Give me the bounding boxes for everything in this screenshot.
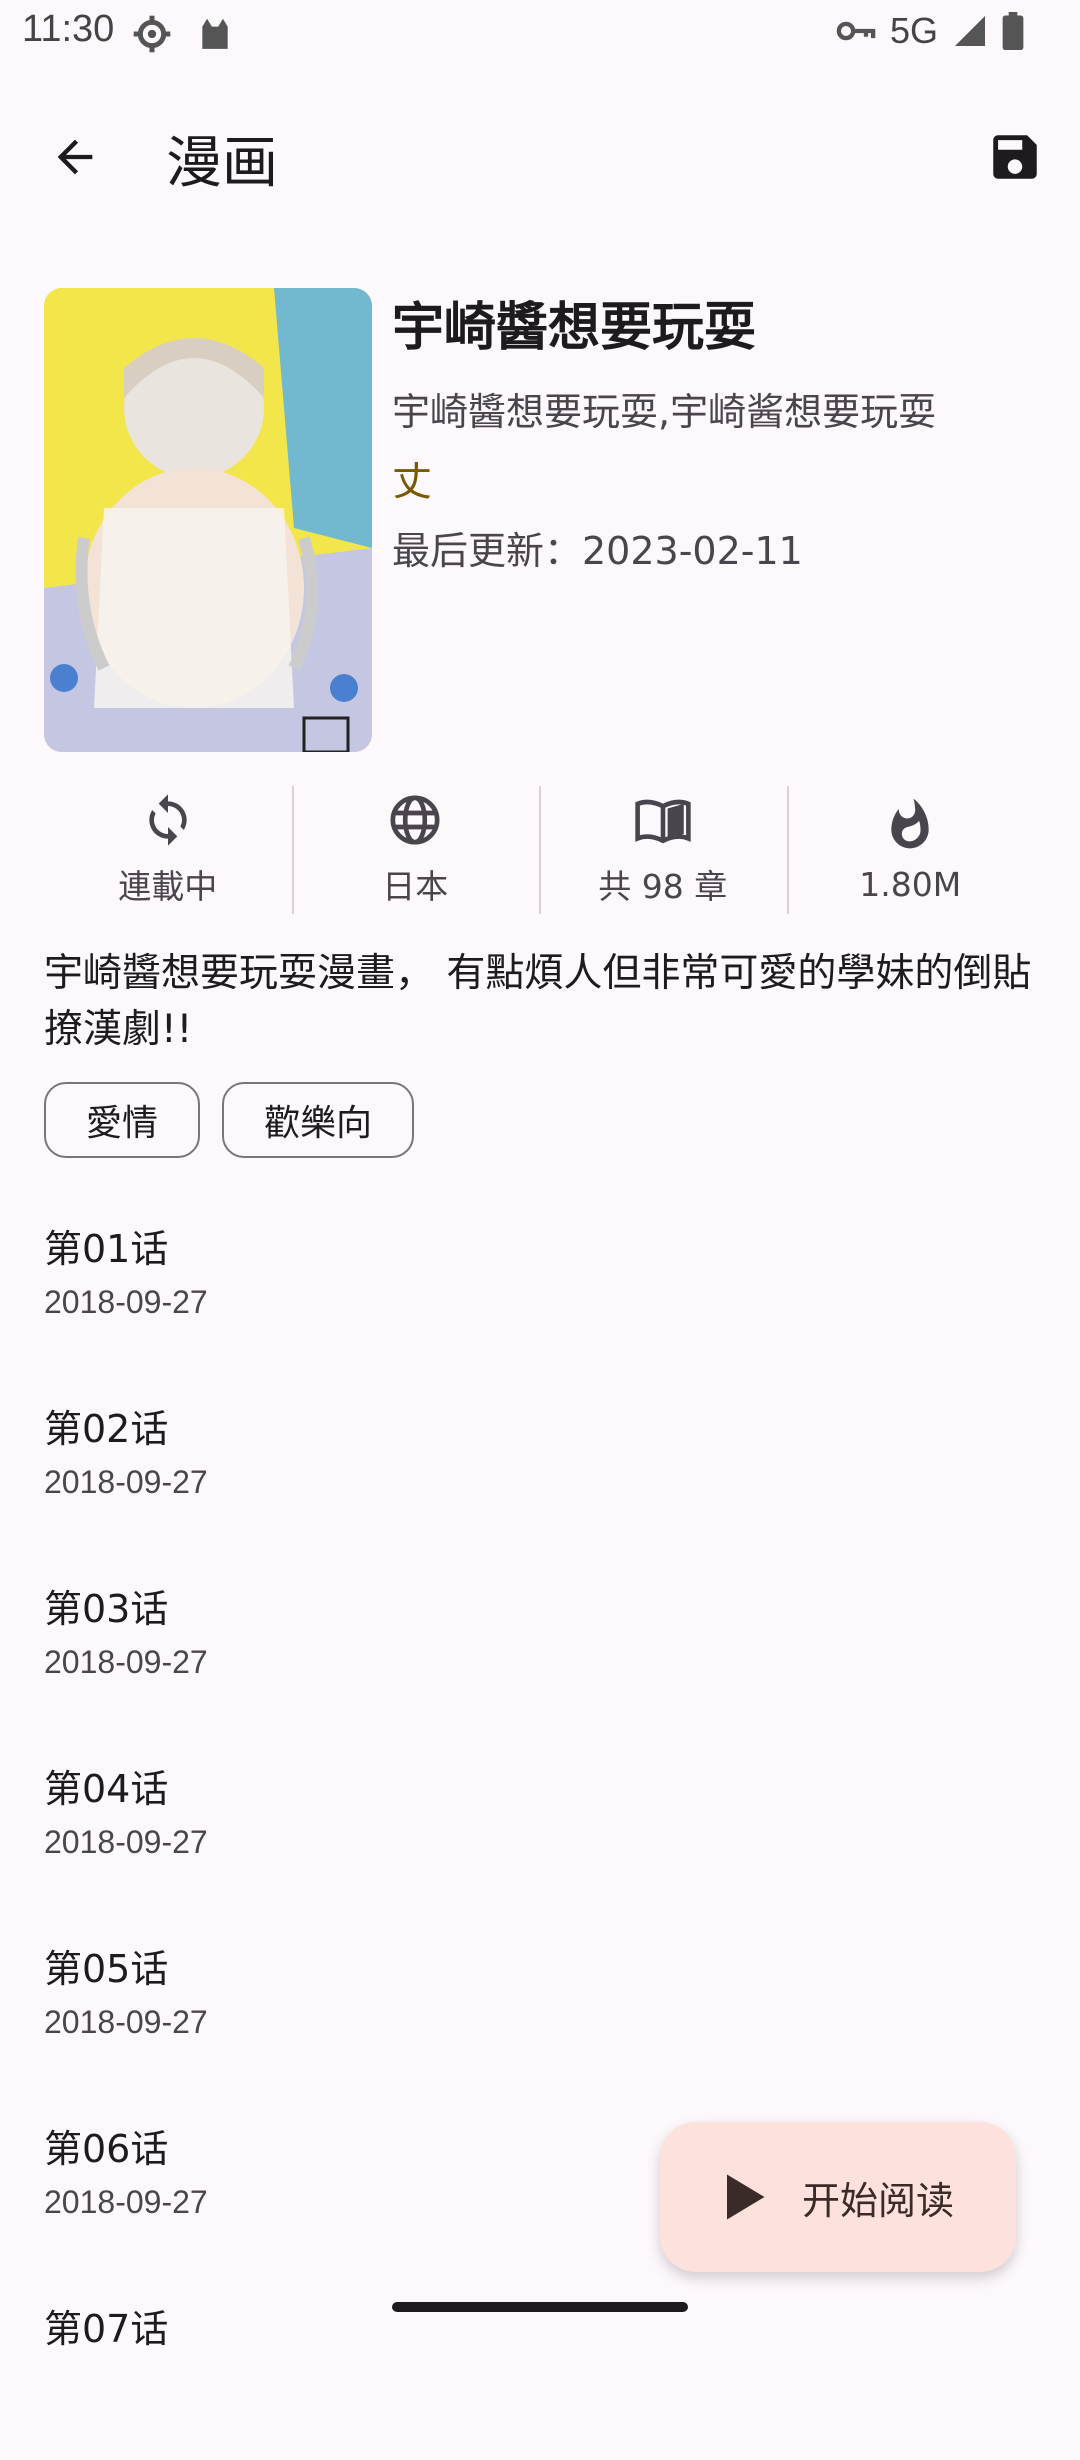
play-icon — [727, 2174, 765, 2220]
globe-icon — [390, 795, 440, 845]
chapter-title: 第02话 — [44, 1407, 169, 1451]
tag-chip[interactable]: 歡樂向 — [222, 1082, 415, 1158]
chapter-date: 2018-09-27 — [44, 1464, 208, 1500]
chapter-item[interactable]: 第04话 2018-09-27 — [0, 1740, 1080, 1920]
refresh-icon — [149, 794, 187, 846]
stat-label: 日本 — [382, 867, 449, 906]
settings-icon — [133, 15, 171, 53]
start-reading-label: 开始阅读 — [802, 2178, 955, 2223]
home-indicator[interactable] — [392, 2302, 688, 2312]
status-bar: 11:30 5G — [0, 0, 1080, 66]
comic-author[interactable]: 丈 — [392, 456, 1052, 508]
stat-region: 日本 — [291, 786, 540, 914]
chapter-title: 第04话 — [44, 1767, 169, 1811]
chapter-date: 2018-09-27 — [44, 2184, 208, 2220]
page-title: 漫画 — [166, 131, 278, 196]
chapter-item[interactable]: 第03话 2018-09-27 — [0, 1560, 1080, 1740]
chapter-item[interactable]: 第05话 2018-09-27 — [0, 1920, 1080, 2100]
comic-info: 宇崎醬想要玩耍 宇崎醬想要玩耍,宇崎酱想要玩耍 丈 最后更新：2023-02-1… — [392, 296, 1052, 576]
signal-icon — [955, 16, 985, 46]
stat-popularity: 1.80M — [786, 786, 1035, 914]
battery-icon — [1002, 12, 1024, 50]
chapter-item[interactable]: 第01话 2018-09-27 — [0, 1200, 1080, 1380]
chapter-title: 第03话 — [44, 1587, 169, 1631]
stat-label: 連載中 — [118, 867, 218, 906]
vpn-key-icon — [836, 21, 876, 41]
stat-status: 連載中 — [44, 786, 292, 914]
comic-description: 宇崎醬想要玩耍漫畫， 有點煩人但非常可愛的學妹的倒貼撩漢劇!! — [44, 951, 1032, 1052]
stat-chapters: 共 98 章 — [539, 786, 787, 914]
status-time: 11:30 — [22, 8, 115, 50]
tag-chip[interactable]: 愛情 — [44, 1082, 201, 1158]
chapter-title: 第01话 — [44, 1227, 169, 1271]
chapter-date: 2018-09-27 — [44, 1284, 208, 1320]
comic-title: 宇崎醬想要玩耍 — [392, 298, 757, 358]
back-button[interactable] — [40, 122, 110, 192]
chapter-title: 第06话 — [44, 2127, 169, 2171]
last-updated: 最后更新：2023-02-11 — [392, 529, 803, 573]
chapter-date: 2018-09-27 — [44, 1644, 208, 1680]
network-type: 5G — [889, 10, 938, 51]
save-icon — [993, 135, 1037, 179]
arrow-back-icon — [57, 139, 93, 175]
chapter-date: 2018-09-27 — [44, 2004, 208, 2040]
android-cat-icon — [202, 18, 228, 49]
flame-icon — [891, 798, 929, 848]
status-right: 5G — [836, 10, 1024, 52]
stats-row: 連載中 日本 共 98 章 1.80M — [44, 786, 1034, 914]
chapter-title: 第05话 — [44, 1947, 169, 1991]
book-open-icon — [635, 799, 691, 844]
tag-list: 愛情 歡樂向 — [44, 1082, 415, 1158]
chapter-item[interactable]: 第02话 2018-09-27 — [0, 1380, 1080, 1560]
stat-label: 共 98 章 — [598, 867, 728, 906]
comic-cover-image[interactable] — [44, 288, 372, 752]
save-button[interactable] — [980, 122, 1050, 192]
chapter-title: 第07话 — [44, 2307, 169, 2351]
chapter-date: 2018-09-27 — [44, 1824, 208, 1860]
stat-label: 1.80M — [859, 864, 962, 904]
comic-alt-names: 宇崎醬想要玩耍,宇崎酱想要玩耍 — [392, 390, 937, 434]
cover-illustration — [44, 288, 372, 752]
start-reading-button[interactable]: 开始阅读 — [660, 2122, 1016, 2272]
app-bar: 漫画 — [0, 100, 1080, 210]
